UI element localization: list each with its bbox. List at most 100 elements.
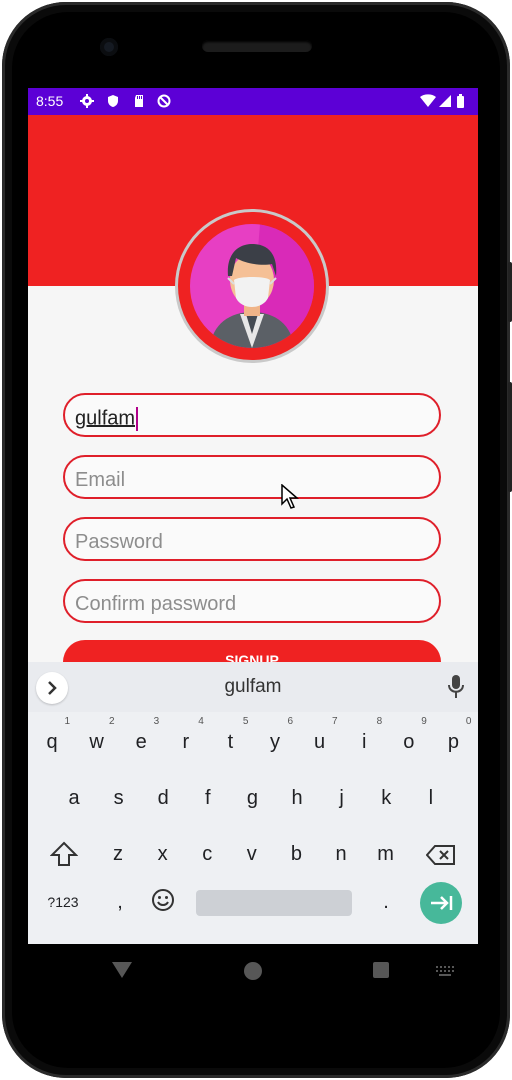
expand-toolbar-button[interactable] xyxy=(36,672,68,704)
key-hint: 9 xyxy=(421,716,427,727)
confirm-password-input[interactable]: Confirm password xyxy=(63,579,441,623)
key-s[interactable]: s xyxy=(99,778,139,818)
key-label: k xyxy=(381,787,392,809)
system-navigation-bar xyxy=(28,944,478,1000)
key-d[interactable]: d xyxy=(143,778,183,818)
confirm-password-placeholder: Confirm password xyxy=(75,593,237,615)
enter-key[interactable] xyxy=(420,882,462,924)
key-j[interactable]: j xyxy=(322,778,362,818)
key-label: z xyxy=(113,843,123,865)
suggestion-strip: gulfam xyxy=(28,662,478,712)
key-i[interactable]: i8 xyxy=(344,716,384,762)
key-p[interactable]: p0 xyxy=(433,716,473,762)
key-label: c xyxy=(202,843,213,865)
nav-back-icon[interactable] xyxy=(112,962,132,978)
key-label: y xyxy=(270,731,280,753)
sd-card-icon xyxy=(135,95,143,107)
name-input-value: gulfam xyxy=(75,407,136,430)
email-placeholder: Email xyxy=(75,469,126,491)
backspace-icon[interactable] xyxy=(426,844,456,866)
key-y[interactable]: y6 xyxy=(255,716,295,762)
key-a[interactable]: a xyxy=(54,778,94,818)
emoji-icon[interactable] xyxy=(150,887,176,913)
name-input-value-wrap: gulfam xyxy=(75,407,139,431)
text-caret xyxy=(136,407,139,431)
key-hint: 7 xyxy=(332,716,338,727)
key-label: e xyxy=(135,731,147,753)
key-z[interactable]: z xyxy=(98,834,138,874)
key-label: t xyxy=(227,731,234,753)
key-hint: 8 xyxy=(376,716,383,727)
profile-avatar[interactable] xyxy=(178,212,326,360)
key-label: v xyxy=(246,843,257,865)
key-label: w xyxy=(89,731,104,753)
comma-key[interactable]: , xyxy=(100,882,140,922)
key-u[interactable]: u7 xyxy=(300,716,340,762)
symbols-key[interactable]: ?123 xyxy=(42,882,84,922)
earpiece-speaker xyxy=(202,40,312,52)
soft-keyboard: gulfam q1w2e3r4t5y6u7i8o9p0 asdfghjkl zx… xyxy=(28,662,478,944)
keyboard-switch-icon[interactable] xyxy=(436,966,454,976)
key-w[interactable]: w2 xyxy=(77,716,117,762)
key-label: h xyxy=(291,787,303,809)
shift-icon[interactable] xyxy=(50,841,78,867)
key-hint: 6 xyxy=(287,716,293,727)
suggestion-word[interactable]: gulfam xyxy=(178,676,328,698)
key-q[interactable]: q1 xyxy=(32,716,72,762)
app-screen: 8:55 gulfam Email Password Confirm passw… xyxy=(28,88,478,944)
key-hint: 2 xyxy=(109,716,115,727)
key-label: p xyxy=(447,731,459,753)
key-label: i xyxy=(361,731,367,753)
key-label: q xyxy=(46,731,58,753)
key-v[interactable]: v xyxy=(232,834,272,874)
chevron-right-icon xyxy=(48,681,57,695)
front-camera xyxy=(100,38,118,56)
key-f[interactable]: f xyxy=(188,778,228,818)
email-input[interactable]: Email xyxy=(63,455,441,499)
key-e[interactable]: e3 xyxy=(121,716,161,762)
key-m[interactable]: m xyxy=(366,834,406,874)
avatar-image xyxy=(190,224,314,348)
key-r[interactable]: r4 xyxy=(166,716,206,762)
key-label: m xyxy=(377,843,394,865)
key-c[interactable]: c xyxy=(187,834,227,874)
block-icon xyxy=(157,94,171,108)
key-h[interactable]: h xyxy=(277,778,317,818)
person-with-mask-icon xyxy=(210,224,314,348)
key-label: j xyxy=(339,787,344,809)
key-label: g xyxy=(246,787,258,809)
key-n[interactable]: n xyxy=(321,834,361,874)
key-g[interactable]: g xyxy=(232,778,272,818)
key-label: f xyxy=(205,787,211,809)
mic-icon[interactable] xyxy=(446,674,466,700)
nav-home-icon[interactable] xyxy=(244,962,262,980)
key-label: l xyxy=(428,787,434,809)
name-input[interactable]: gulfam xyxy=(63,393,441,437)
key-t[interactable]: t5 xyxy=(210,716,250,762)
key-k[interactable]: k xyxy=(366,778,406,818)
key-b[interactable]: b xyxy=(276,834,316,874)
key-hint: 0 xyxy=(465,716,472,727)
key-x[interactable]: x xyxy=(143,834,183,874)
key-label: d xyxy=(157,787,169,809)
shield-icon xyxy=(108,95,118,107)
period-key[interactable]: . xyxy=(366,882,406,922)
nav-recents-icon[interactable] xyxy=(373,962,389,978)
space-bar[interactable] xyxy=(196,890,352,916)
password-input[interactable]: Password xyxy=(63,517,441,561)
key-label: a xyxy=(68,787,80,809)
power-button xyxy=(508,262,512,322)
key-label: b xyxy=(290,843,302,865)
key-l[interactable]: l xyxy=(411,778,451,818)
key-label: r xyxy=(182,731,190,753)
status-bar: 8:55 xyxy=(28,88,478,115)
key-o[interactable]: o9 xyxy=(389,716,429,762)
key-label: x xyxy=(157,843,168,865)
key-label: n xyxy=(335,843,347,865)
key-label: u xyxy=(314,731,326,753)
password-placeholder: Password xyxy=(75,531,163,553)
battery-icon xyxy=(457,94,464,108)
key-hint: 3 xyxy=(153,716,160,727)
enter-icon xyxy=(431,896,453,910)
volume-button xyxy=(508,382,512,492)
